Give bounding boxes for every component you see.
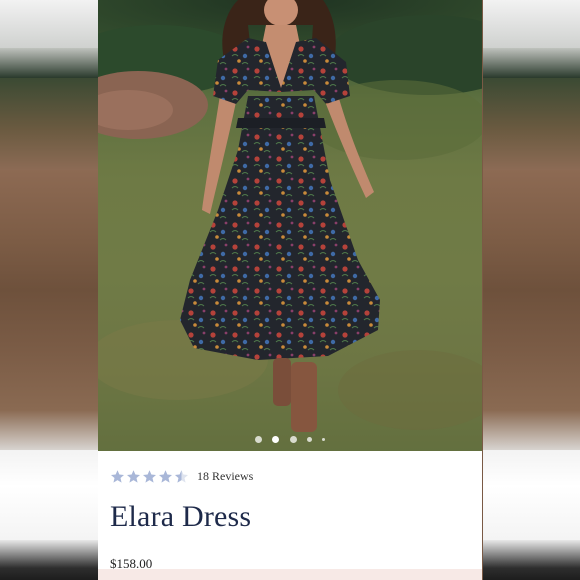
carousel-indicator xyxy=(98,431,482,444)
star-rating xyxy=(110,469,190,484)
bottom-banner xyxy=(98,569,482,580)
carousel-dot[interactable] xyxy=(306,437,312,443)
star-icon xyxy=(159,469,172,483)
product-card: 18 Reviews Elara Dress $158.00 xyxy=(98,0,482,580)
model-wearing-dress-image xyxy=(98,0,482,451)
blurred-background-left xyxy=(0,0,98,580)
product-rating[interactable]: 18 Reviews xyxy=(110,467,253,485)
star-icon xyxy=(127,469,140,483)
star-icon xyxy=(111,469,124,483)
carousel-dot[interactable] xyxy=(254,436,262,444)
reviews-count-link[interactable]: 18 Reviews xyxy=(197,469,253,484)
carousel-dot-active[interactable] xyxy=(272,436,280,444)
blurred-background-right xyxy=(483,0,580,580)
carousel-dot[interactable] xyxy=(322,438,326,442)
product-title: Elara Dress xyxy=(110,500,252,533)
star-icon xyxy=(143,469,156,483)
half-star-icon xyxy=(175,469,188,483)
carousel-dot[interactable] xyxy=(289,436,297,444)
product-photo[interactable] xyxy=(98,0,482,451)
